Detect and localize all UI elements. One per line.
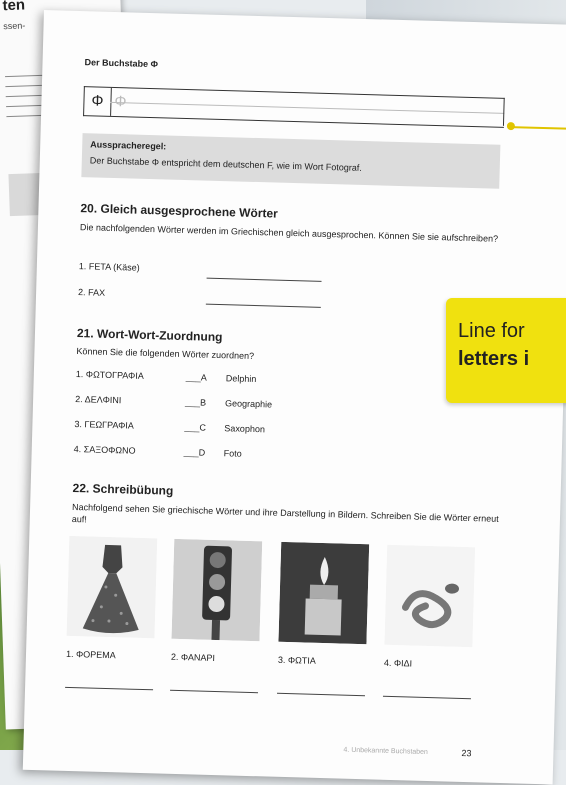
match-target-4: Foto	[223, 448, 242, 459]
caption-1: 1. ΦΟΡΕΜΑ	[65, 648, 116, 661]
write-line-1[interactable]	[65, 686, 154, 691]
match-blank-a[interactable]: ___A	[186, 372, 207, 383]
pronunciation-rule-box: Ausspracheregel: Der Buchstabe Φ entspri…	[81, 133, 501, 189]
letter-practice-box: Φ Φ	[83, 86, 505, 128]
callout-line-2: letters i	[458, 348, 530, 370]
match-word-3: 3. ΓΕΩΓΡΑΦΙΑ	[74, 419, 134, 431]
match-target-2: Geographie	[224, 398, 273, 410]
back-page-title: ten	[2, 0, 26, 15]
match-word-1: 1. ΦΩΤΟΓΡΑΦΙΑ	[75, 369, 144, 381]
section-22-title: 22. Schreibübung	[72, 480, 174, 498]
answer-line-2[interactable]	[205, 302, 321, 308]
section-20-intro: Die nachfolgenden Wörter werden im Griec…	[79, 222, 499, 244]
letter-trace: Φ	[114, 93, 127, 111]
lighter-flame-icon	[278, 541, 370, 645]
snake-icon	[384, 544, 476, 648]
page-number: 23	[461, 747, 472, 759]
section-20-title: 20. Gleich ausgesprochene Wörter	[80, 201, 279, 221]
back-page-text: ssen-	[3, 20, 26, 32]
footer-chapter: 4. Unbekannte Buchstaben	[343, 746, 428, 757]
callout-box: Line for letters i	[446, 298, 566, 403]
match-blank-c[interactable]: ___C	[184, 422, 206, 433]
write-line-3[interactable]	[276, 692, 365, 697]
callout-pointer-dot	[506, 121, 516, 131]
section-21-title: 21. Wort-Wort-Zuordnung	[76, 326, 223, 345]
write-line-4[interactable]	[382, 695, 471, 700]
match-blank-b[interactable]: ___B	[185, 397, 206, 408]
section-22-intro: Nachfolgend sehen Sie griechische Wörter…	[71, 501, 499, 525]
section-20-item-2: 2. FAX	[77, 287, 106, 298]
letter-heading: Der Buchstabe Φ	[84, 57, 159, 70]
caption-2: 2. ΦΑΝΑΡΙ	[170, 651, 216, 664]
match-target-3: Saxophon	[224, 423, 266, 435]
section-21-intro: Können Sie die folgenden Wörter zuordnen…	[76, 346, 255, 361]
answer-line-1[interactable]	[206, 276, 322, 282]
traffic-light-icon	[171, 538, 263, 642]
match-blank-d[interactable]: ___D	[184, 447, 206, 458]
section-20-item-1: 1. FETA (Käse)	[78, 261, 140, 273]
writing-guide-line	[110, 101, 505, 114]
callout-pointer-line	[510, 126, 566, 130]
dress-icon	[66, 535, 158, 639]
match-word-4: 4. ΣΑΞΟΦΩΝΟ	[73, 444, 136, 456]
write-line-2[interactable]	[170, 689, 259, 694]
letter-example: Φ	[84, 87, 112, 116]
match-word-2: 2. ΔΕΛΦΙΝΙ	[75, 394, 122, 406]
caption-4: 4. ΦΙΔΙ	[383, 657, 413, 669]
match-target-1: Delphin	[225, 373, 257, 385]
callout-line-1: Line for	[458, 320, 525, 342]
caption-3: 3. ΦΩΤΙΑ	[277, 654, 316, 666]
